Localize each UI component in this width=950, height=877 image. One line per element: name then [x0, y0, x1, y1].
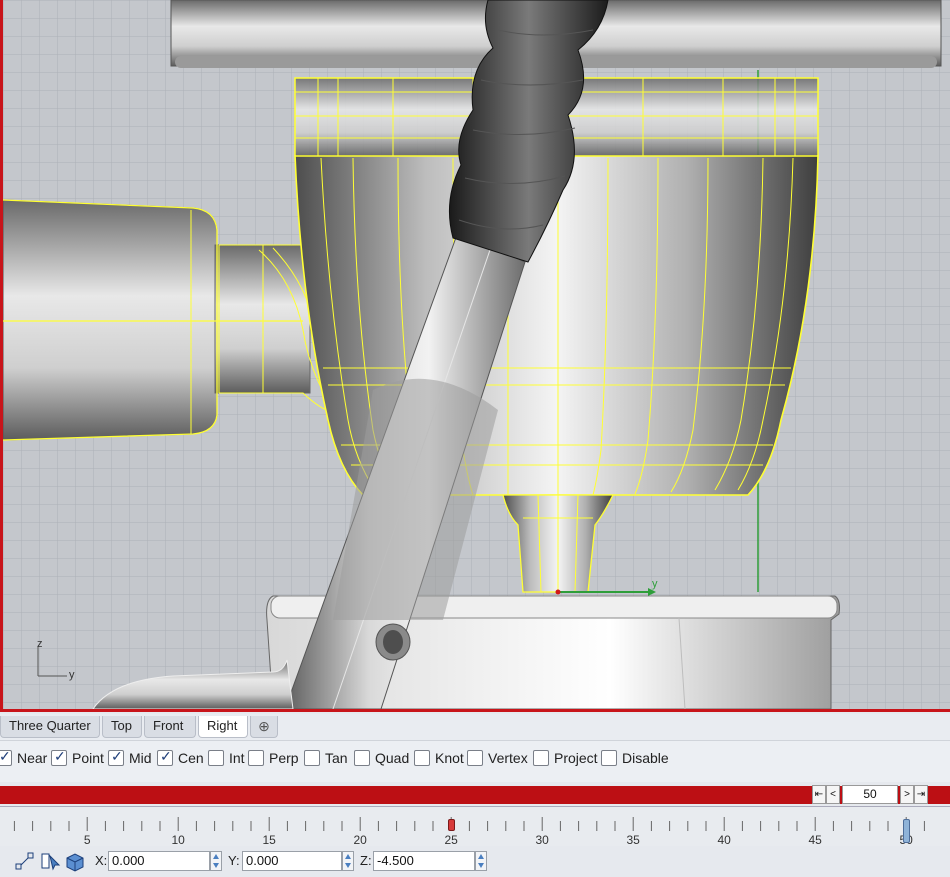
control-points-icon[interactable] — [14, 850, 36, 872]
osnap-disable[interactable]: Disable — [601, 748, 669, 768]
timeline-tick-label: 35 — [626, 833, 640, 847]
osnap-cen[interactable]: Cen — [157, 748, 204, 768]
osnap-toolbar: Near Point Mid Cen Int Perp Tan Quad Kno… — [0, 740, 950, 782]
checkbox[interactable] — [601, 750, 617, 766]
pointer-tool-icon[interactable] — [40, 850, 62, 872]
timeline-tick-label: 15 — [262, 833, 276, 847]
timeline-tick-label: 10 — [171, 833, 185, 847]
tab-label: Three Quarter — [9, 718, 91, 733]
z-coordinate-input[interactable]: -4.500 — [373, 851, 475, 871]
timeline-keyframe-marker[interactable] — [448, 819, 456, 831]
tab-label: Front — [153, 718, 184, 733]
osnap-near[interactable]: Near — [0, 748, 47, 768]
osnap-int[interactable]: Int — [208, 748, 245, 768]
tab-front[interactable]: Front — [144, 716, 196, 738]
osnap-label: Tan — [325, 750, 348, 766]
osnap-label: Vertex — [488, 750, 528, 766]
timeline-tick-label: 5 — [83, 833, 91, 847]
osnap-vertex[interactable]: Vertex — [467, 748, 528, 768]
osnap-mid[interactable]: Mid — [108, 748, 152, 768]
first-frame-button[interactable]: ⇤ — [812, 785, 826, 804]
tab-label: Right — [207, 718, 238, 733]
axis-label-z: z — [37, 638, 43, 650]
coordinate-bar: X: 0.000 Y: 0.000 Z: -4.500 — [0, 846, 950, 877]
checkbox[interactable] — [51, 748, 67, 766]
prev-frame-button[interactable]: < — [826, 785, 840, 804]
checkbox[interactable] — [304, 750, 320, 766]
origin-point — [555, 589, 561, 595]
timeline-tick-label: 25 — [444, 833, 458, 847]
checkbox[interactable] — [354, 750, 370, 766]
checkbox[interactable] — [208, 750, 224, 766]
osnap-perp[interactable]: Perp — [248, 748, 299, 768]
osnap-label: Knot — [435, 750, 464, 766]
osnap-label: Near — [17, 750, 48, 766]
osnap-label: Int — [229, 750, 245, 766]
osnap-label: Disable — [622, 750, 669, 766]
tab-label: Top — [111, 718, 132, 733]
timeline-ruler[interactable]: 5101520253035404550 — [0, 806, 950, 847]
osnap-label: Cen — [178, 750, 204, 766]
osnap-label: Quad — [375, 750, 410, 766]
z-coordinate-label: Z: — [360, 853, 372, 868]
gizmo-y-label: y — [652, 578, 658, 590]
osnap-label: Point — [72, 750, 104, 766]
timeline-tick-label: 40 — [717, 833, 731, 847]
z-spinner[interactable] — [475, 851, 487, 871]
timeline-tick-label: 20 — [353, 833, 367, 847]
osnap-label: Mid — [129, 750, 152, 766]
checkbox[interactable] — [467, 750, 483, 766]
tab-right[interactable]: Right — [198, 716, 248, 738]
timeline-playhead[interactable] — [903, 819, 911, 843]
y-coordinate-label: Y: — [228, 853, 240, 868]
checkbox[interactable] — [108, 748, 124, 766]
frame-control: ⇤ < 50 > ⇥ — [812, 785, 928, 804]
osnap-tan[interactable]: Tan — [304, 748, 348, 768]
checkbox[interactable] — [414, 750, 430, 766]
osnap-knot[interactable]: Knot — [414, 748, 464, 768]
x-coordinate-input[interactable]: 0.000 — [108, 851, 210, 871]
x-spinner[interactable] — [210, 851, 222, 871]
viewport-tabs: Three Quarter Top Front Right ⊕ — [0, 714, 950, 740]
x-coordinate-label: X: — [95, 853, 108, 868]
axis-label-y: y — [69, 669, 75, 681]
last-frame-button[interactable]: ⇥ — [914, 785, 928, 804]
tab-three-quarter[interactable]: Three Quarter — [0, 716, 100, 738]
plus-icon: ⊕ — [258, 718, 270, 734]
osnap-label: Perp — [269, 750, 299, 766]
checkbox[interactable] — [0, 748, 12, 766]
timeline-ticks — [13, 817, 925, 831]
osnap-quad[interactable]: Quad — [354, 748, 409, 768]
osnap-project[interactable]: Project — [533, 748, 598, 768]
box-object-icon[interactable] — [64, 850, 86, 872]
animation-range-bar[interactable] — [0, 786, 950, 804]
timeline-tick-label: 30 — [535, 833, 549, 847]
viewport-canvas[interactable] — [3, 0, 950, 709]
osnap-label: Project — [554, 750, 598, 766]
next-frame-button[interactable]: > — [900, 785, 914, 804]
tab-top[interactable]: Top — [102, 716, 142, 738]
add-viewport-tab-button[interactable]: ⊕ — [250, 716, 278, 738]
osnap-point[interactable]: Point — [51, 748, 104, 768]
frame-number-field[interactable]: 50 — [842, 785, 898, 804]
timeline-tick-label: 45 — [808, 833, 822, 847]
right-viewport[interactable]: z y y — [0, 0, 950, 712]
y-coordinate-input[interactable]: 0.000 — [242, 851, 342, 871]
checkbox[interactable] — [157, 748, 173, 766]
checkbox[interactable] — [533, 750, 549, 766]
checkbox[interactable] — [248, 750, 264, 766]
y-spinner[interactable] — [342, 851, 354, 871]
